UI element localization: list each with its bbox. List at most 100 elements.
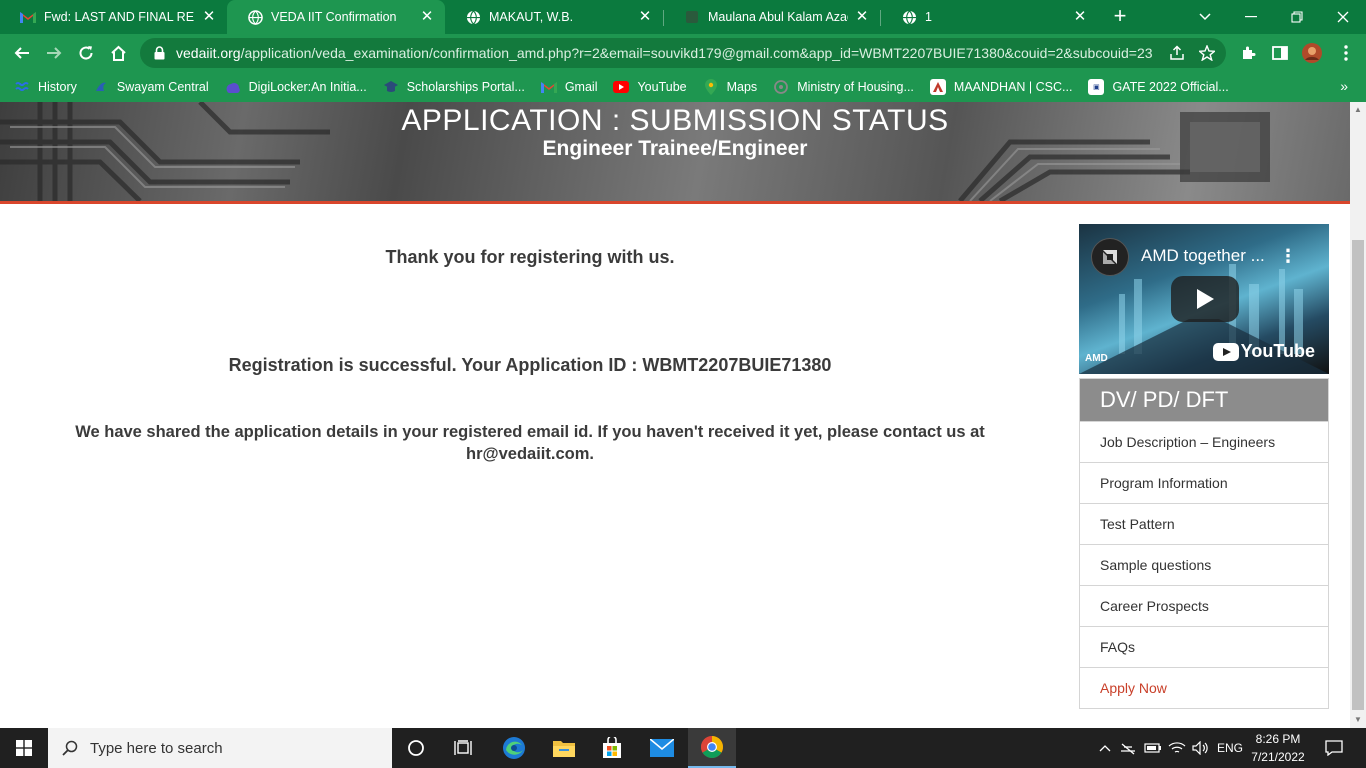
sidebar-item-faqs[interactable]: FAQs xyxy=(1080,626,1328,667)
globe-icon xyxy=(247,9,263,25)
tab-title: 1 xyxy=(925,10,932,24)
bookmark-history[interactable]: History xyxy=(14,79,77,95)
sidebar-item-job-description[interactable]: Job Description – Engineers xyxy=(1080,421,1328,462)
vertical-scrollbar[interactable]: ▲ ▼ xyxy=(1350,102,1366,728)
close-window-button[interactable] xyxy=(1320,0,1366,34)
edge-icon[interactable] xyxy=(490,728,538,768)
task-view-icon[interactable] xyxy=(440,728,488,768)
bookmark-digilocker[interactable]: DigiLocker:An Initia... xyxy=(225,79,367,95)
volume-icon[interactable] xyxy=(1190,728,1212,768)
history-icon xyxy=(14,79,30,95)
bookmark-star-icon[interactable] xyxy=(1198,44,1216,62)
tab-veda-confirmation[interactable]: VEDA IIT Confirmation ✕ xyxy=(227,0,445,34)
wifi-icon[interactable] xyxy=(1166,728,1188,768)
home-button[interactable] xyxy=(104,39,132,67)
bookmark-label: Gmail xyxy=(564,80,598,94)
sidebar-menu: DV/ PD/ DFT Job Description – Engineers … xyxy=(1079,378,1329,709)
bookmark-maandhan[interactable]: MAANDHAN | CSC... xyxy=(929,79,1072,95)
search-placeholder: Type here to search xyxy=(90,739,223,757)
close-icon[interactable]: ✕ xyxy=(419,9,435,25)
tab-title: Fwd: LAST AND FINAL REMIN xyxy=(44,10,195,24)
youtube-logo[interactable]: YouTube xyxy=(1212,341,1315,362)
notifications-icon[interactable] xyxy=(1318,728,1350,768)
minimize-button[interactable] xyxy=(1228,0,1274,34)
taskbar-clock[interactable]: 8:26 PM 7/21/2022 xyxy=(1245,730,1311,766)
address-bar[interactable]: vedaiit.org/application/veda_examination… xyxy=(140,38,1226,68)
more-vertical-icon[interactable]: ⋮ xyxy=(1279,246,1297,267)
hero-banner: APPLICATION : SUBMISSION STATUS Engineer… xyxy=(0,102,1350,201)
scholarship-icon xyxy=(383,79,399,95)
ministry-icon xyxy=(773,79,789,95)
gmail-icon xyxy=(540,79,557,95)
windows-taskbar: Type here to search ENG 8:26 PM 7/21/202… xyxy=(0,728,1366,768)
share-icon[interactable] xyxy=(1168,44,1186,62)
tab-maulana-university[interactable]: Maulana Abul Kalam Azad Ur ✕ xyxy=(664,0,880,34)
file-explorer-icon[interactable] xyxy=(540,728,588,768)
tab-1[interactable]: 1 ✕ xyxy=(881,0,1098,34)
youtube-video-embed[interactable]: AMD together ... ⋮ AMD YouTube xyxy=(1079,224,1329,374)
bookmark-label: GATE 2022 Official... xyxy=(1112,80,1229,94)
scroll-down-arrow-icon[interactable]: ▼ xyxy=(1350,712,1366,728)
scroll-up-arrow-icon[interactable]: ▲ xyxy=(1350,102,1366,118)
more-bookmarks-icon[interactable]: » xyxy=(1340,78,1348,94)
close-icon[interactable]: ✕ xyxy=(201,9,217,25)
battery-icon[interactable] xyxy=(1142,728,1164,768)
apply-now-link[interactable]: Apply Now xyxy=(1080,667,1328,708)
bookmark-gmail[interactable]: Gmail xyxy=(540,79,598,95)
tab-search-chevron-icon[interactable] xyxy=(1182,0,1228,34)
scrollbar-thumb[interactable] xyxy=(1352,240,1364,710)
windows-icon xyxy=(16,740,32,756)
registration-success-message: Registration is successful. Your Applica… xyxy=(228,355,832,375)
back-button[interactable] xyxy=(8,39,36,67)
email-shared-message: We have shared the application details i… xyxy=(30,421,1030,465)
bookmark-ministry-housing[interactable]: Ministry of Housing... xyxy=(773,79,914,95)
cortana-icon[interactable] xyxy=(392,728,440,768)
bookmarks-bar: History Swayam Central DigiLocker:An Ini… xyxy=(0,72,1366,102)
play-icon[interactable] xyxy=(1171,276,1239,322)
tab-makaut[interactable]: MAKAUT, W.B. ✕ xyxy=(445,0,663,34)
sidebar-item-program-information[interactable]: Program Information xyxy=(1080,462,1328,503)
lock-icon[interactable] xyxy=(152,46,166,60)
bookmark-swayam-central[interactable]: Swayam Central xyxy=(93,79,209,95)
close-icon[interactable]: ✕ xyxy=(637,9,653,25)
tab-gmail[interactable]: Fwd: LAST AND FINAL REMIN ✕ xyxy=(0,0,227,34)
tab-title: Maulana Abul Kalam Azad Ur xyxy=(708,10,848,24)
start-button[interactable] xyxy=(0,728,48,768)
mail-icon[interactable] xyxy=(638,728,686,768)
chrome-icon[interactable] xyxy=(688,728,736,768)
microsoft-store-icon[interactable] xyxy=(588,728,636,768)
new-tab-button[interactable]: + xyxy=(1108,5,1132,29)
bookmark-youtube[interactable]: YouTube xyxy=(613,79,687,95)
avatar[interactable] xyxy=(1298,39,1326,67)
bookmark-gate-2022[interactable]: ▣ GATE 2022 Official... xyxy=(1088,79,1229,95)
taskbar-search-box[interactable]: Type here to search xyxy=(48,728,392,768)
sidebar-menu-title: DV/ PD/ DFT xyxy=(1080,379,1328,421)
sidebar-item-career-prospects[interactable]: Career Prospects xyxy=(1080,585,1328,626)
tab-title: MAKAUT, W.B. xyxy=(489,10,574,24)
bookmark-label: YouTube xyxy=(637,80,687,94)
globe-icon xyxy=(901,9,917,25)
tray-chevron-up-icon[interactable] xyxy=(1096,728,1114,768)
youtube-wordmark: YouTube xyxy=(1240,341,1315,361)
forward-button[interactable] xyxy=(40,39,68,67)
side-panel-icon[interactable] xyxy=(1266,39,1294,67)
reload-button[interactable] xyxy=(72,39,100,67)
close-icon[interactable]: ✕ xyxy=(854,9,870,25)
bookmark-label: Maps xyxy=(726,80,758,94)
sidebar-item-test-pattern[interactable]: Test Pattern xyxy=(1080,503,1328,544)
url-text[interactable]: vedaiit.org/application/veda_examination… xyxy=(176,45,1166,61)
bookmark-scholarships[interactable]: Scholarships Portal... xyxy=(383,79,525,95)
page-subtitle: Engineer Trainee/Engineer xyxy=(542,137,808,160)
tab-title: VEDA IIT Confirmation xyxy=(271,10,397,24)
input-language[interactable]: ENG xyxy=(1214,728,1246,768)
more-vertical-icon[interactable] xyxy=(1332,39,1360,67)
bookmark-label: History xyxy=(38,80,77,94)
restore-button[interactable] xyxy=(1274,0,1320,34)
extensions-icon[interactable] xyxy=(1234,39,1262,67)
search-icon xyxy=(62,740,78,756)
network-disconnected-icon[interactable] xyxy=(1118,728,1140,768)
bookmark-label: Ministry of Housing... xyxy=(797,80,914,94)
sidebar-item-sample-questions[interactable]: Sample questions xyxy=(1080,544,1328,585)
bookmark-maps[interactable]: Maps xyxy=(703,79,758,95)
close-icon[interactable]: ✕ xyxy=(1072,9,1088,25)
